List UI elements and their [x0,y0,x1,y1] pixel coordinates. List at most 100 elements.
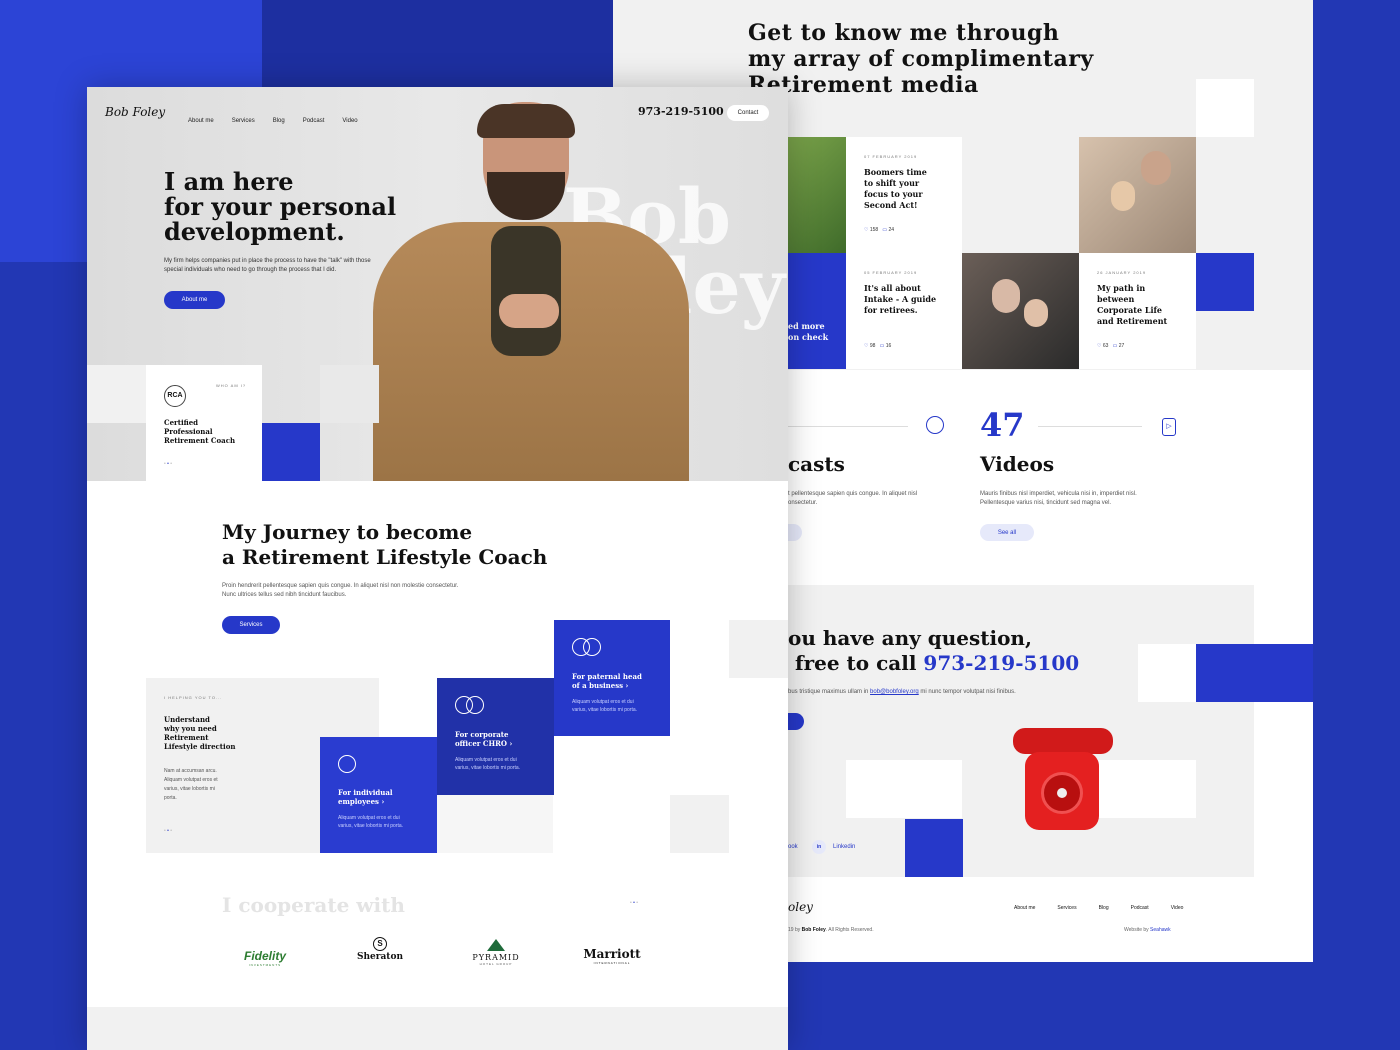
services-button[interactable]: Services [222,616,280,634]
linkedin-icon[interactable]: in [812,840,826,854]
who-am-i-label: WHO AM I? [216,383,247,388]
post-image-kid [788,137,846,253]
journey-body: Proin hendrerit pellentesque sapien quis… [222,583,459,598]
read-more-tile[interactable]: ed more on check [788,253,846,369]
decor-square [262,423,320,481]
podcasts-body: t pellentesque sapien quis congue. In al… [788,491,918,506]
decor-square [87,365,146,423]
post-title: Boomers time to shift your focus to your Se… [864,167,927,210]
heart-icon: ♡ [864,227,869,233]
nav-about[interactable]: About me [188,118,214,124]
decor-square [437,795,553,853]
post-image-gym [962,253,1079,369]
post-title: My path in between Corporate Life and Retir… [1097,283,1168,326]
decor-square [905,819,963,877]
hero-portrait [373,102,689,481]
certification-text: Certified Professional Retirement Coach [164,418,236,445]
videos-see-all-button[interactable]: See all [980,524,1034,541]
helping-title: Understand why you need Retirement Lifestyl… [164,715,236,751]
chevron-right-icon: › [509,739,513,748]
logo[interactable]: Bob Foley [105,105,165,119]
nav-video[interactable]: Video [342,118,357,124]
bg-accent-block [262,0,613,88]
copyright: 19 by Bob Foley. All Rights Reserved. [788,927,874,933]
decor-square [729,620,788,678]
service-card-corporate[interactable]: For corporate officer CHRO › Aliquam volu… [437,678,554,795]
footer-nav: About me Services Blog Podcast Video [1014,905,1183,911]
sheraton-logo: S Sheraton [356,937,404,962]
post-title: It's all about Intake - A guide for retire… [864,283,937,315]
media-title: Get to know me through my array of compli… [748,20,1094,98]
video-play-icon: ▷ [1162,418,1176,436]
footer-nav-services[interactable]: Services [1057,905,1076,911]
chevron-right-icon: › [625,681,629,690]
card-title: For corporate officer CHRO › [455,730,513,748]
telephone-image [1003,728,1123,832]
rings-icon [572,638,602,656]
post-card[interactable]: 07 FEBRUARY 2019 Boomers time to shift yo… [846,137,962,253]
decor-square [1138,644,1196,702]
nav-podcast[interactable]: Podcast [303,118,325,124]
contact-button[interactable]: Contact [727,105,769,121]
decor-square [320,365,379,423]
helping-label: I HELPING YOU TO... [164,695,223,700]
about-me-button[interactable]: About me [164,291,225,309]
post-date: 26 JANUARY 2019 [1097,270,1147,275]
card-body: Aliquam volutpat eros et dui varius, vita… [455,757,521,771]
circle-icon [338,755,356,773]
podcasts-label: casts [788,452,845,476]
card-body: Aliquam volutpat eros et dui varius, vita… [572,699,638,713]
fidelity-logo: Fidelity INVESTMENTS [243,949,286,967]
service-card-individual[interactable]: For individual employees › Aliquam volutp… [320,737,437,853]
post-card[interactable]: 05 FEBRUARY 2019 It's all about Intake - … [846,253,962,369]
main-nav: About me Services Blog Podcast Video [188,109,376,127]
agency-link[interactable]: Seahawk [1150,927,1171,933]
card-title: For paternal head of a business › [572,672,642,690]
email-link[interactable]: bob@bobfoley.org [870,689,919,695]
nav-services[interactable]: Services [232,118,255,124]
post-date: 05 FEBRUARY 2019 [864,270,918,275]
decor-square [1196,79,1254,137]
facebook-link[interactable]: ook [788,844,798,850]
chevron-right-icon: › [381,797,385,806]
post-stats: ♡ 63 ▭ 27 [1097,343,1125,349]
footer-nav-video[interactable]: Video [1171,905,1184,911]
helping-body: Nam at accumsan arcu. Aliquam volutpat er… [164,768,218,801]
question-phone-link[interactable]: 973-219-5100 [923,651,1079,675]
videos-count: 47 [980,406,1025,444]
question-title: ou have any question, free to call 973-2… [788,626,1080,675]
card-title: For individual employees › [338,788,393,806]
pyramid-logo: PYRAMID HOTEL GROUP [461,939,531,966]
service-card-paternal[interactable]: For paternal head of a business › Aliquam… [554,620,670,736]
post-card[interactable]: 26 JANUARY 2019 My path in between Corpora… [1079,253,1196,369]
carousel-dots[interactable]: • • • [164,828,172,834]
divider [788,426,908,427]
question-body: bus tristique maximus ullam in bob@bobfo… [788,689,1016,695]
credit: Website by Seahawk [1124,927,1171,933]
nav-blog[interactable]: Blog [273,118,285,124]
footer-nav-podcast[interactable]: Podcast [1131,905,1149,911]
decor-square [846,760,962,818]
cooperate-title: I cooperate with [222,893,405,917]
comment-icon: ▭ [879,343,885,349]
carousel-dots[interactable]: • • • [164,461,172,467]
carousel-dots[interactable]: • • • [630,900,638,906]
linkedin-link[interactable]: Linkedin [833,844,855,850]
videos-body: Mauris finibus nisl imperdiet, vehicula … [980,491,1137,506]
comment-icon: ▭ [1112,343,1118,349]
post-stats: ♡ 98 ▭ 16 [864,343,892,349]
card-body: Aliquam volutpat eros et dui varius, vita… [338,815,404,829]
next-section-bg [87,1007,788,1050]
certification-card: WHO AM I? RCA Certified Professional Retir… [146,365,262,481]
comment-icon: ▭ [882,227,888,233]
videos-label: Videos [980,452,1055,476]
podcasts-see-all[interactable] [788,524,802,541]
footer-nav-blog[interactable]: Blog [1099,905,1109,911]
decor-square [1196,253,1254,311]
post-stats: ♡ 158 ▭ 24 [864,227,895,233]
post-image-family [1079,137,1196,253]
footer-nav-about[interactable]: About me [1014,905,1035,911]
footer-logo[interactable]: oley [788,900,813,914]
hero-headline: I am here for your personal development. [164,167,397,246]
rca-badge-icon: RCA [164,385,186,407]
